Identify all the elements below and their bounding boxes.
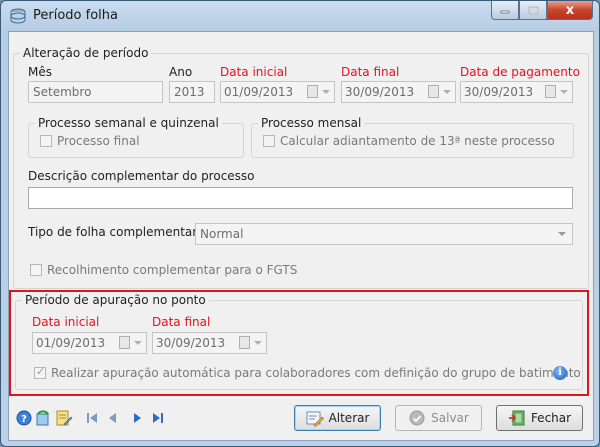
close-button[interactable]: x bbox=[547, 1, 593, 20]
title-bar: Período folha x bbox=[1, 1, 599, 31]
fechar-button[interactable]: Fechar bbox=[496, 405, 583, 431]
last-record-icon[interactable] bbox=[149, 409, 167, 427]
svg-text:?: ? bbox=[21, 414, 27, 425]
apuracao-data-inicial-label: Data inicial bbox=[32, 315, 100, 329]
calendar-icon[interactable] bbox=[428, 85, 439, 98]
processo-final-checkbox[interactable]: Processo final bbox=[40, 134, 140, 148]
semanal-group-title: Processo semanal e quinzenal bbox=[35, 116, 222, 130]
check-circle-icon bbox=[408, 409, 426, 427]
chevron-down-icon[interactable] bbox=[254, 341, 262, 345]
apuracao-data-final-picker[interactable]: 30/09/2013 bbox=[152, 332, 267, 354]
mensal-group-title: Processo mensal bbox=[258, 116, 365, 130]
apuracao-data-inicial-picker[interactable]: 01/09/2013 bbox=[32, 332, 147, 354]
salvar-label: Salvar bbox=[431, 411, 469, 425]
next-record-icon[interactable] bbox=[128, 409, 146, 427]
edit-note-icon[interactable] bbox=[55, 409, 73, 427]
apuracao-automatica-label: Realizar apuração automática para colabo… bbox=[51, 366, 581, 380]
apuracao-data-final-label: Data final bbox=[152, 315, 211, 329]
data-pagamento-label: Data de pagamento bbox=[460, 65, 580, 79]
checkbox-box[interactable] bbox=[263, 135, 275, 147]
ano-field[interactable]: 2013 bbox=[169, 81, 215, 103]
data-pagamento-picker[interactable]: 30/09/2013 bbox=[460, 81, 573, 103]
checkbox-box[interactable] bbox=[30, 264, 42, 276]
calcular-adiantamento-label: Calcular adiantamento de 13ª neste proce… bbox=[280, 134, 555, 148]
window-controls: x bbox=[491, 1, 593, 21]
previous-record-icon[interactable] bbox=[104, 409, 122, 427]
edit-form-icon bbox=[306, 409, 324, 427]
minimize-button[interactable] bbox=[491, 1, 519, 20]
apuracao-data-final-value: 30/09/2013 bbox=[156, 336, 226, 350]
calcular-adiantamento-checkbox[interactable]: Calcular adiantamento de 13ª neste proce… bbox=[263, 134, 555, 148]
mes-field[interactable]: Setembro bbox=[28, 81, 163, 103]
fgts-label: Recolhimento complementar para o FGTS bbox=[47, 263, 298, 277]
data-pagamento-value: 30/09/2013 bbox=[464, 85, 534, 99]
data-final-label: Data final bbox=[341, 65, 400, 79]
chevron-down-icon[interactable] bbox=[558, 232, 566, 236]
maximize-button[interactable] bbox=[519, 1, 547, 20]
calendar-icon[interactable] bbox=[545, 85, 556, 98]
fgts-checkbox[interactable]: Recolhimento complementar para o FGTS bbox=[30, 263, 297, 277]
tipo-folha-label: Tipo de folha complementar bbox=[28, 225, 198, 239]
periodo-group-title: Alteração de período bbox=[20, 46, 152, 60]
app-icon bbox=[9, 8, 27, 24]
data-inicial-value: 01/09/2013 bbox=[224, 85, 294, 99]
calendar-icon[interactable] bbox=[307, 85, 318, 98]
ano-label: Ano bbox=[169, 65, 193, 79]
close-icon: x bbox=[565, 2, 575, 18]
data-final-picker[interactable]: 30/09/2013 bbox=[341, 81, 456, 103]
data-final-value: 30/09/2013 bbox=[345, 85, 415, 99]
alterar-label: Alterar bbox=[328, 411, 370, 425]
semanal-group: Processo semanal e quinzenal Processo fi… bbox=[28, 116, 244, 158]
data-inicial-picker[interactable]: 01/09/2013 bbox=[220, 81, 335, 103]
exit-door-icon bbox=[508, 409, 526, 427]
chevron-down-icon[interactable] bbox=[560, 90, 568, 94]
dialog-window: Período folha x Alteração de período Mês… bbox=[0, 0, 600, 447]
first-record-icon[interactable] bbox=[83, 409, 101, 427]
chevron-down-icon[interactable] bbox=[443, 90, 451, 94]
data-inicial-label: Data inicial bbox=[220, 65, 288, 79]
salvar-button[interactable]: Salvar bbox=[395, 405, 482, 431]
mes-label: Mês bbox=[28, 65, 52, 79]
chevron-down-icon[interactable] bbox=[322, 90, 330, 94]
tipo-folha-value: Normal bbox=[200, 227, 244, 241]
info-icon[interactable]: i bbox=[553, 366, 567, 380]
refresh-icon[interactable] bbox=[34, 409, 52, 427]
calendar-icon[interactable] bbox=[239, 336, 250, 349]
calendar-icon[interactable] bbox=[119, 336, 130, 349]
apuracao-group-title: Período de apuração no ponto bbox=[22, 293, 209, 307]
chevron-down-icon[interactable] bbox=[134, 341, 142, 345]
alterar-button[interactable]: Alterar bbox=[294, 405, 381, 431]
descricao-label: Descrição complementar do processo bbox=[28, 169, 255, 183]
descricao-input[interactable] bbox=[28, 187, 573, 209]
checkbox-box[interactable] bbox=[40, 135, 52, 147]
fechar-label: Fechar bbox=[530, 411, 572, 425]
window-title: Período folha bbox=[33, 8, 118, 23]
dialog-client-area: Alteração de período Mês Setembro Ano 20… bbox=[8, 31, 594, 441]
apuracao-data-inicial-value: 01/09/2013 bbox=[36, 336, 106, 350]
processo-final-label: Processo final bbox=[57, 134, 140, 148]
tipo-folha-select[interactable]: Normal bbox=[195, 223, 573, 245]
help-icon[interactable]: ? bbox=[15, 409, 33, 427]
apuracao-automatica-checkbox[interactable]: Realizar apuração automática para colabo… bbox=[34, 365, 581, 380]
mensal-group: Processo mensal Calcular adiantamento de… bbox=[251, 116, 574, 158]
checkbox-box[interactable] bbox=[34, 365, 46, 379]
